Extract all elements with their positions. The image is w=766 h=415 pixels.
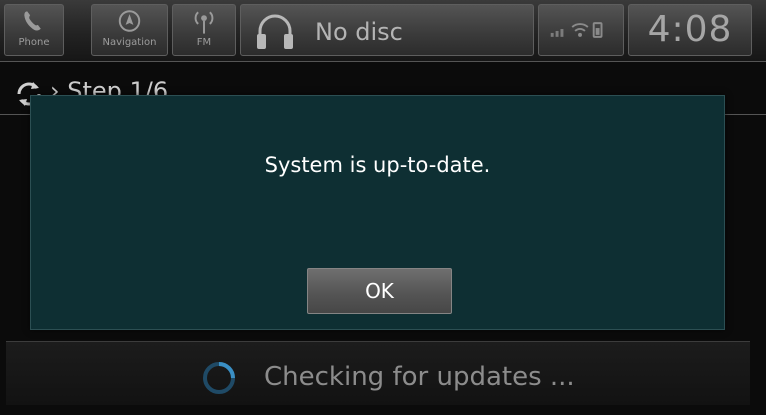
audio-source-button[interactable]: No disc [240,4,534,56]
phone-button[interactable]: Phone [4,4,64,56]
wifi-icon [571,23,589,37]
phone-battery-icon [592,22,603,38]
navigation-button[interactable]: Navigation [91,4,168,56]
clock-time: 4:08 [647,9,733,50]
headphones-icon [257,14,293,49]
checking-status-text: Checking for updates ... [264,362,575,392]
head-unit-screen: Phone Navigation FM No disc 4:08 › Step … [0,0,766,415]
fm-label: FM [196,37,212,48]
update-status-bar: Checking for updates ... [6,341,750,405]
top-status-bar: Phone Navigation FM No disc 4:08 [0,0,766,62]
phone-label: Phone [18,37,50,48]
update-result-dialog: System is up-to-date. OK [30,95,725,330]
fm-button[interactable]: FM [172,4,236,56]
ok-button[interactable]: OK [307,268,452,314]
status-indicators [538,4,624,56]
dialog-message: System is up-to-date. [264,153,491,177]
loading-spinner-icon [203,362,235,394]
navigation-label: Navigation [102,37,157,48]
radio-antenna-icon [194,11,214,34]
audio-source-text: No disc [315,18,403,46]
navigation-icon [118,10,141,32]
clock-display: 4:08 [628,4,752,56]
signal-bars-icon [550,29,564,37]
phone-icon [24,11,41,31]
